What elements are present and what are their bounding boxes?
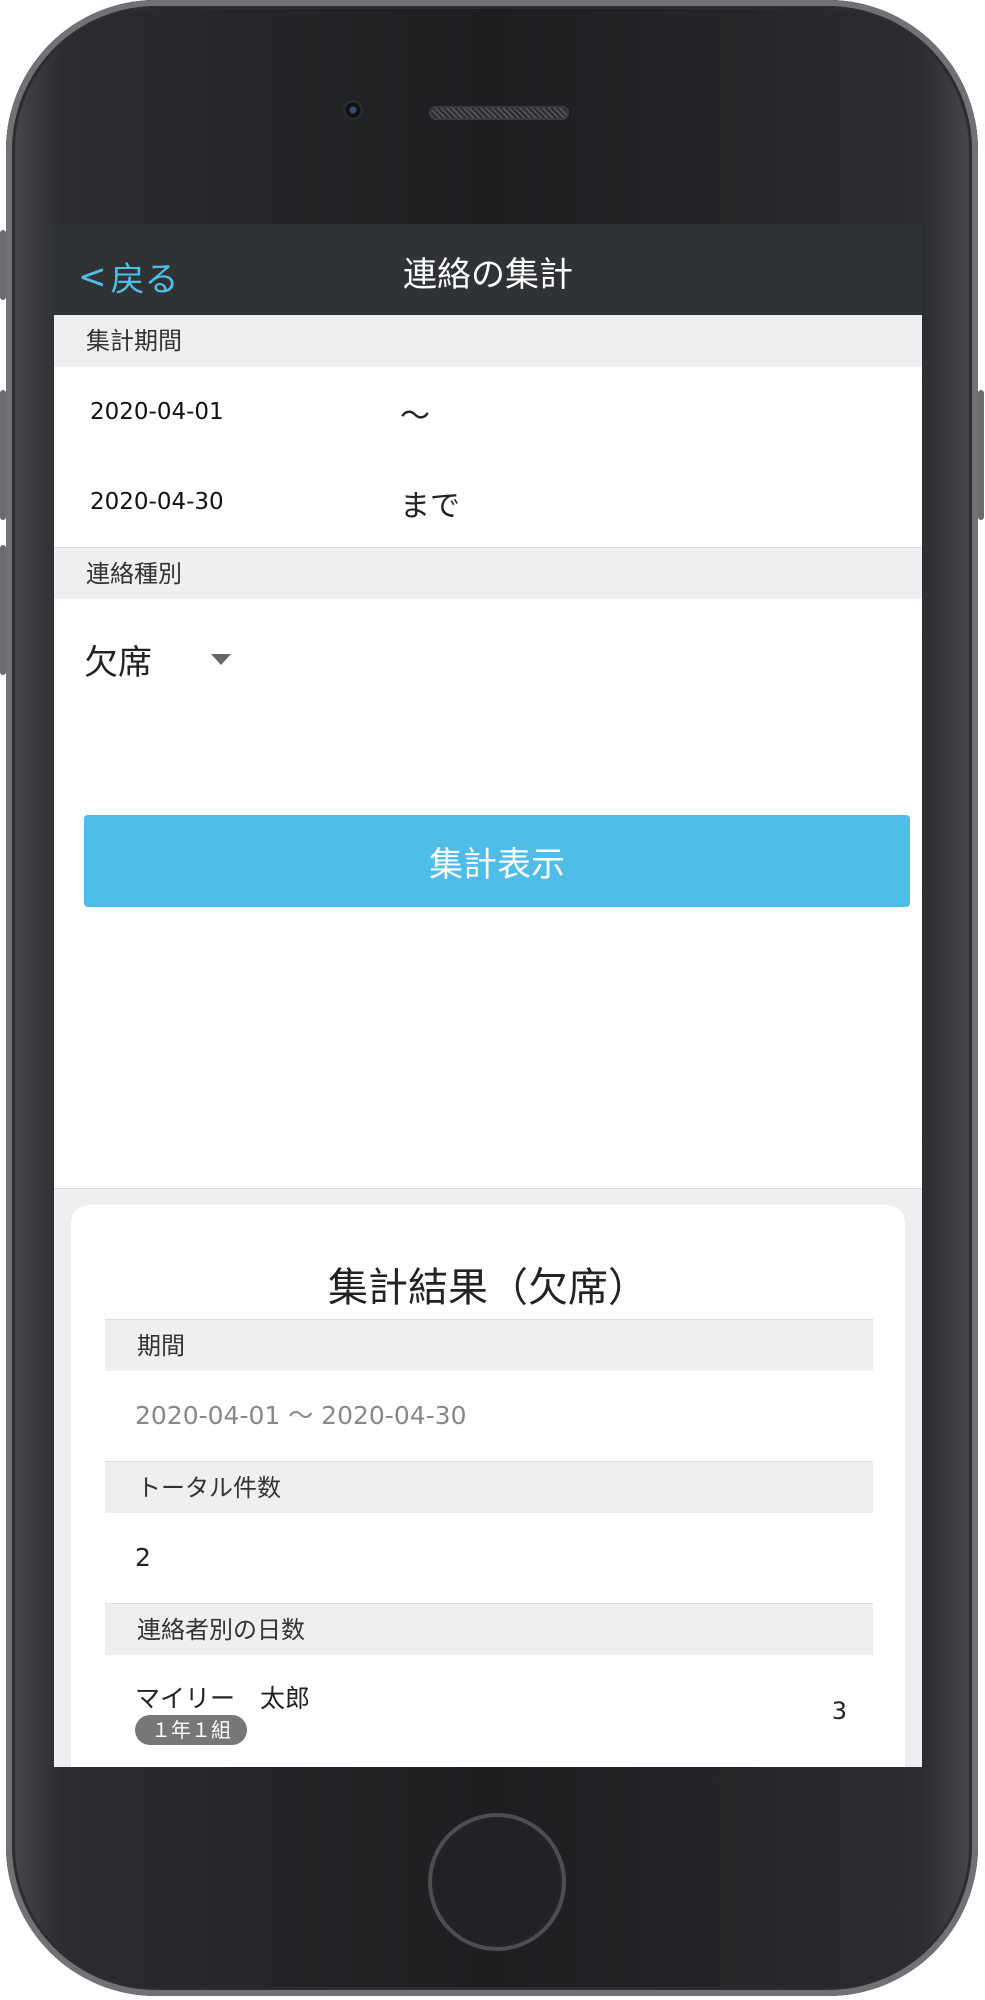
speaker-grill bbox=[429, 106, 569, 120]
type-select-value: 欠席 bbox=[84, 643, 152, 683]
start-date-field[interactable]: 2020-04-01 bbox=[90, 399, 224, 425]
class-badge: １年１組 bbox=[135, 1715, 247, 1745]
result-card: 集計結果（欠席） 期間 2020-04-01 〜 2020-04-30 トータル… bbox=[71, 1205, 905, 1767]
action-area: 集計表示 bbox=[54, 719, 922, 1189]
result-period-value: 2020-04-01 〜 2020-04-30 bbox=[135, 1401, 467, 1430]
contact-name: マイリー 太郎 bbox=[135, 1684, 311, 1713]
result-period-header: 期間 bbox=[105, 1319, 873, 1371]
by-contact-header: 連絡者別の日数 bbox=[105, 1603, 873, 1655]
caret-down-icon bbox=[211, 654, 231, 665]
until-label: まで bbox=[400, 489, 460, 524]
front-camera bbox=[343, 100, 363, 120]
range-separator: 〜 bbox=[400, 399, 430, 434]
type-select[interactable]: 欠席 bbox=[54, 599, 922, 719]
page-title: 連絡の集計 bbox=[403, 255, 573, 295]
volume-down-button bbox=[0, 545, 6, 675]
contact-days-count: 3 bbox=[831, 1697, 847, 1725]
result-title: 集計結果（欠席） bbox=[328, 1265, 648, 1311]
end-date-field[interactable]: 2020-04-30 bbox=[90, 489, 224, 515]
show-summary-button[interactable]: 集計表示 bbox=[84, 815, 910, 907]
total-count-header: トータル件数 bbox=[105, 1461, 873, 1513]
type-section-header: 連絡種別 bbox=[54, 547, 922, 599]
app-screen: < 戻る 連絡の集計 集計期間 2020-04-01 〜 2020-04-30 … bbox=[54, 224, 922, 1767]
period-section-header: 集計期間 bbox=[54, 315, 922, 367]
result-area: 集計結果（欠席） 期間 2020-04-01 〜 2020-04-30 トータル… bbox=[54, 1188, 922, 1767]
list-item[interactable]: マイリー 太郎 １年１組 3 bbox=[71, 1655, 905, 1765]
volume-up-button bbox=[0, 390, 6, 520]
navigation-bar: < 戻る 連絡の集計 bbox=[54, 224, 922, 315]
total-count-value: 2 bbox=[135, 1543, 151, 1572]
power-button bbox=[978, 390, 984, 520]
end-date-row: 2020-04-30 まで bbox=[54, 457, 922, 547]
start-date-row: 2020-04-01 〜 bbox=[54, 367, 922, 457]
home-button[interactable] bbox=[428, 1813, 566, 1951]
mute-switch bbox=[0, 230, 6, 300]
